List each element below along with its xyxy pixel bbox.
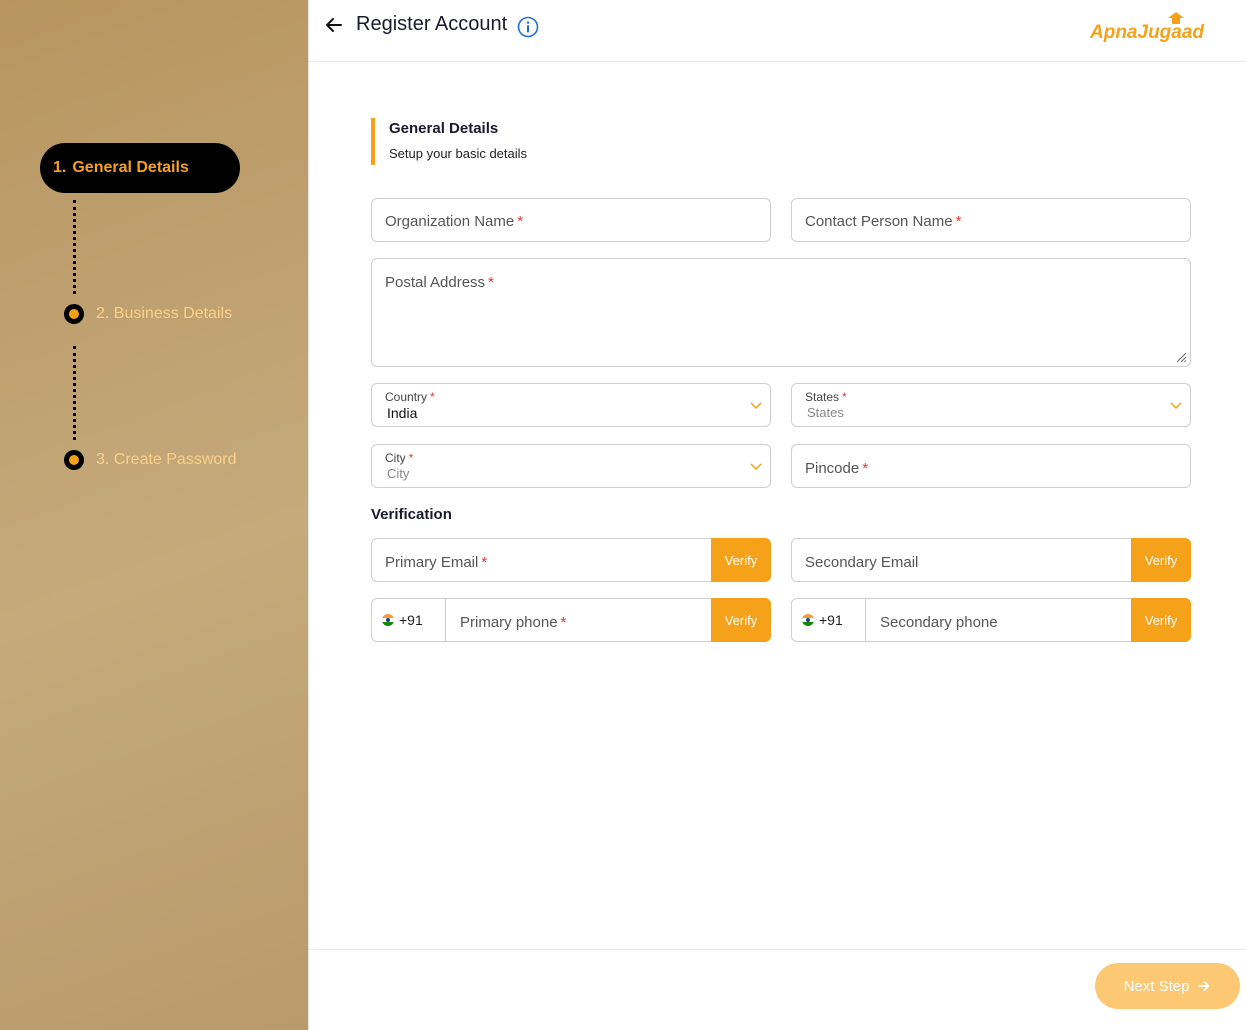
field-placeholder: Primary phone [460, 614, 558, 631]
resize-handle-icon[interactable] [1175, 351, 1187, 363]
country-code: +91 [399, 612, 423, 628]
field-placeholder: Pincode [805, 460, 860, 477]
required-mark: * [842, 390, 847, 404]
field-placeholder: Postal Address [385, 274, 486, 291]
required-mark: * [488, 274, 494, 291]
india-flag-icon [802, 614, 814, 626]
arrow-right-icon [1198, 981, 1210, 991]
secondary-phone-input[interactable]: +91 Secondary phone Verify [791, 598, 1191, 642]
country-code: +91 [819, 612, 843, 628]
chevron-down-icon [1170, 402, 1182, 410]
step-label: 2. Business Details [96, 305, 233, 322]
next-step-label: Next Step [1123, 977, 1190, 995]
section-header: General Details Setup your basic details [371, 118, 527, 165]
country-value: India [387, 405, 418, 421]
required-mark: * [481, 554, 488, 571]
chevron-down-icon [750, 463, 762, 471]
verify-primary-phone-button[interactable]: Verify [711, 598, 771, 642]
step-label: General Details [72, 159, 189, 176]
step-create-password[interactable]: 3. Create Password [64, 450, 237, 470]
logo-text: ApnaJugaad [1089, 22, 1204, 43]
verify-secondary-phone-button[interactable]: Verify [1131, 598, 1191, 642]
step-general-details[interactable]: 1. General Details [40, 143, 240, 193]
verify-secondary-email-button[interactable]: Verify [1131, 538, 1191, 582]
field-label: Country [385, 390, 428, 404]
pincode-input[interactable]: Pincode * [791, 444, 1191, 488]
info-icon[interactable] [517, 16, 539, 38]
back-arrow-icon[interactable] [323, 14, 345, 36]
organization-name-input[interactable]: Organization Name * [371, 198, 771, 242]
step-circle-icon [64, 304, 84, 324]
postal-address-textarea[interactable]: Postal Address * [371, 258, 1191, 367]
country-code-select[interactable]: +91 [372, 599, 446, 641]
primary-phone-input[interactable]: +91 Primary phone * Verify [371, 598, 771, 642]
step-connector [73, 200, 76, 294]
field-label: States [805, 390, 840, 404]
india-flag-icon [382, 614, 394, 626]
chevron-down-icon [750, 402, 762, 410]
states-value: States [807, 405, 844, 420]
required-mark: * [517, 213, 524, 230]
section-title: General Details [389, 120, 499, 137]
states-select[interactable]: States * States [791, 383, 1191, 427]
verify-primary-email-button[interactable]: Verify [711, 538, 771, 582]
next-step-button[interactable]: Next Step [1095, 963, 1240, 1009]
step-number: 1. [53, 159, 67, 176]
main-panel: Register Account ApnaJugaad General Deta… [308, 0, 1246, 1030]
contact-person-name-input[interactable]: Contact Person Name * [791, 198, 1191, 242]
step-label: 3. Create Password [96, 451, 237, 468]
city-value: City [387, 466, 410, 481]
required-mark: * [560, 614, 567, 631]
header-bar: Register Account ApnaJugaad [309, 0, 1246, 62]
sidebar-stepper: 1. General Details 2. Business Details 3… [0, 0, 308, 1030]
verification-title: Verification [371, 506, 452, 523]
section-subtitle: Setup your basic details [389, 146, 528, 161]
step-connector [73, 346, 76, 440]
country-code-select[interactable]: +91 [792, 599, 866, 641]
apnajugaad-logo: ApnaJugaad [1089, 12, 1204, 43]
required-mark: * [408, 451, 414, 465]
secondary-email-input[interactable]: Secondary Email Verify [791, 538, 1191, 582]
field-placeholder: Organization Name [385, 213, 515, 230]
step-business-details[interactable]: 2. Business Details [64, 304, 232, 324]
field-placeholder: Secondary Email [805, 554, 919, 571]
page-title: Register Account [356, 13, 508, 35]
footer-divider [309, 949, 1246, 950]
field-label: City [385, 451, 406, 465]
required-mark: * [955, 213, 962, 230]
field-placeholder: Secondary phone [880, 614, 998, 631]
required-mark: * [430, 390, 435, 404]
primary-email-input[interactable]: Primary Email * Verify [371, 538, 771, 582]
step-circle-icon [64, 450, 84, 470]
country-select[interactable]: Country * India [371, 383, 771, 427]
city-select[interactable]: City * City [371, 444, 771, 488]
field-placeholder: Primary Email [385, 554, 479, 571]
required-mark: * [862, 460, 869, 477]
field-placeholder: Contact Person Name [805, 213, 953, 230]
